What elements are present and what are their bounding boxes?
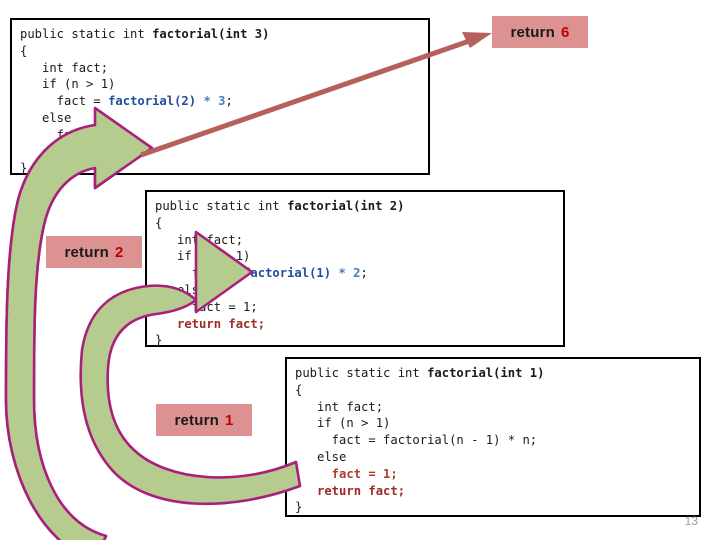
code-close-brace: } [295,500,303,515]
code-base-assign: fact = 1; [155,299,258,314]
code-base-assign: fact = 1; [20,127,123,142]
code-declaration: int fact; [155,232,244,247]
code-else: else [295,449,347,464]
slide-canvas: public static int factorial(int 3){ int … [0,0,720,540]
return-chip-label: return [64,243,109,261]
return-chip-value: 1 [225,411,234,429]
signature-prefix: public static int [295,366,428,380]
code-base-assign: fact = 1; [295,466,398,481]
signature-name: factorial(int 2) [287,199,405,213]
code-open-brace: { [155,215,163,230]
recursive-call: factorial(2) [108,94,197,109]
code-recursive-assign: fact = factorial(1) * 2; [155,265,555,282]
code-close-brace: } [20,161,28,176]
return-value-chip-1[interactable]: return 1 [156,404,252,436]
return-value-chip-2[interactable]: return 2 [46,236,142,268]
code-if-condition: if (n > 1) [20,77,116,92]
code-return: return fact; [20,144,131,159]
signature-name: factorial(int 3) [152,27,270,41]
code-close-brace: } [155,333,163,348]
code-if-condition: if (n > 1) [295,416,391,431]
code-if-condition: if (n > 1) [155,249,251,264]
code-declaration: int fact; [295,399,384,414]
return-chip-label: return [174,411,219,429]
code-signature-line: public static int factorial(int 1) [295,365,691,382]
page-number: 13 [684,514,698,528]
code-declaration: int fact; [20,60,109,75]
code-recursive-assign: fact = factorial(2) * 3; [20,93,420,110]
code-return: return fact; [155,316,266,331]
code-block-factorial-2: public static int factorial(int 2){ int … [145,190,565,347]
code-open-brace: { [295,382,303,397]
code-block-factorial-1: public static int factorial(int 1){ int … [285,357,701,517]
signature-name: factorial(int 1) [427,366,545,380]
signature-prefix: public static int [155,199,288,213]
return-chip-label: return [510,23,555,41]
return-chip-value: 6 [561,23,570,41]
assign-prefix: fact = [155,266,244,281]
assign-prefix: fact = [20,94,109,109]
statement-terminator: ; [225,94,233,109]
code-return: return fact; [295,483,406,498]
code-recursive-assign: fact = factorial(n - 1) * n; [295,433,538,448]
statement-terminator: ; [360,266,368,281]
code-block-factorial-3: public static int factorial(int 3){ int … [10,18,430,175]
code-signature-line: public static int factorial(int 2) [155,198,555,215]
multiply-operator: * [331,266,354,281]
multiply-operator: * [196,94,219,109]
signature-prefix: public static int [20,27,153,41]
return-chip-value: 2 [115,243,124,261]
code-else: else [155,282,207,297]
return-value-chip-6[interactable]: return 6 [492,16,588,48]
code-else: else [20,110,72,125]
code-signature-line: public static int factorial(int 3) [20,26,420,43]
recursive-call: factorial(1) [243,266,332,281]
code-open-brace: { [20,43,28,58]
